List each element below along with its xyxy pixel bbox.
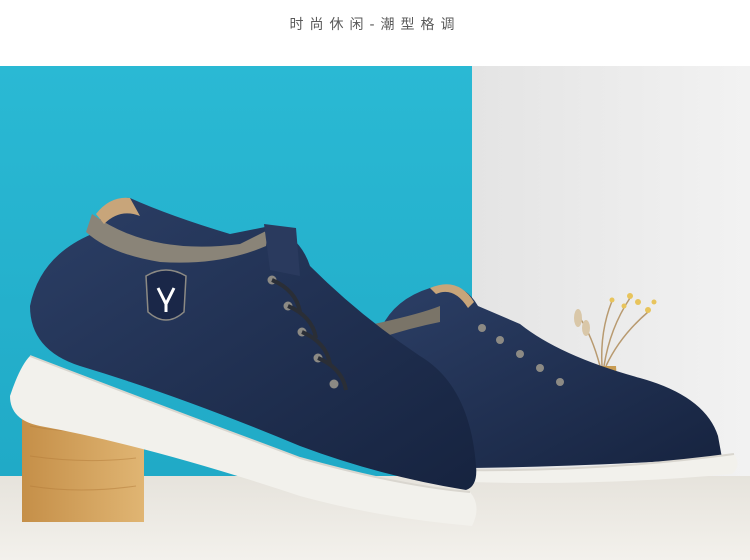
shoe-photo — [0, 66, 750, 560]
page-title: 时尚休闲-潮型格调 — [289, 17, 461, 33]
bunny-logo-icon — [145, 269, 187, 321]
product-photo — [0, 66, 750, 560]
page-header: 时尚休闲-潮型格调 — [0, 0, 750, 66]
